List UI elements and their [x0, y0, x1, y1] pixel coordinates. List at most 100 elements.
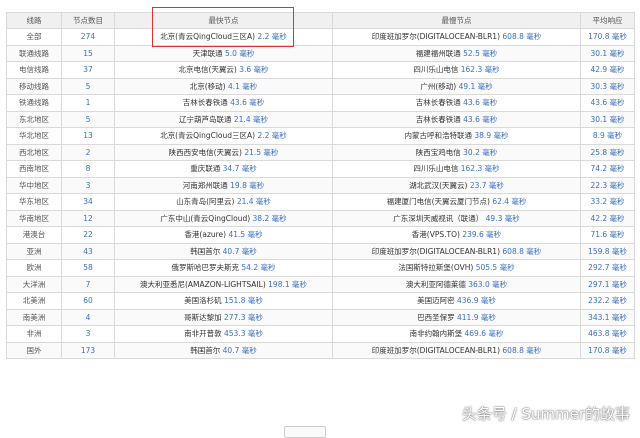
- slowest-time: 23.7 毫秒: [469, 180, 504, 190]
- avg-time-link[interactable]: 30.3 毫秒: [590, 82, 624, 91]
- node-count-link[interactable]: 13: [83, 131, 93, 140]
- node-count-link[interactable]: 8: [86, 164, 91, 173]
- node-count-link[interactable]: 5: [86, 82, 91, 91]
- fastest-cell: 重庆联通 34.7 毫秒: [114, 160, 333, 178]
- slowest-time: 43.6 毫秒: [463, 114, 498, 124]
- node-count-link[interactable]: 7: [86, 280, 91, 289]
- node-count-link[interactable]: 34: [83, 197, 93, 206]
- slowest-cell: 印度班加罗尔(DIGITALOCEAN-BLR1) 608.8 毫秒: [332, 341, 581, 359]
- avg-time-link[interactable]: 30.1 毫秒: [590, 49, 624, 58]
- node-count-link[interactable]: 22: [83, 230, 93, 239]
- avg-time-link[interactable]: 42.2 毫秒: [590, 214, 624, 223]
- avg-time-link[interactable]: 159.8 毫秒: [588, 247, 627, 256]
- avg-time-link[interactable]: 297.1 毫秒: [588, 280, 627, 289]
- node-count-link[interactable]: 5: [86, 115, 91, 124]
- avg-time-link[interactable]: 30.1 毫秒: [590, 115, 624, 124]
- node-count-link[interactable]: 3: [86, 181, 91, 190]
- avg-time-link[interactable]: 74.2 毫秒: [590, 164, 624, 173]
- avg-time-link[interactable]: 170.8 毫秒: [588, 346, 627, 355]
- count-cell: 5: [61, 110, 115, 128]
- line-cell: 国外: [6, 341, 62, 359]
- fastest-time: 3.6 毫秒: [239, 65, 269, 75]
- avg-time-link[interactable]: 343.1 毫秒: [588, 313, 627, 322]
- pagination-button[interactable]: [284, 426, 326, 438]
- node-count-link[interactable]: 2: [86, 148, 91, 157]
- node-count-link[interactable]: 3: [86, 329, 91, 338]
- fastest-node: 北京(青云QingCloud三区A): [160, 32, 256, 42]
- table-row: 全部 274 北京(青云QingCloud三区A) 2.2 毫秒 印度班加罗尔(DIG…: [6, 28, 635, 46]
- line-cell: 华南地区: [6, 209, 62, 227]
- node-count-link[interactable]: 12: [83, 214, 93, 223]
- avg-cell: 42.9 毫秒: [580, 61, 635, 79]
- avg-cell: 25.8 毫秒: [580, 143, 635, 161]
- line-label: 北美洲: [22, 296, 46, 306]
- slowest-cell: 广州(移动) 49.1 毫秒: [332, 77, 581, 95]
- avg-time-link[interactable]: 292.7 毫秒: [588, 263, 627, 272]
- fastest-node: 南非开普敦: [184, 329, 222, 339]
- slowest-node: 四川乐山电信: [413, 164, 459, 174]
- slowest-node: 法国斯特拉斯堡(OVH): [398, 263, 474, 273]
- line-label: 全部: [26, 32, 42, 42]
- count-cell: 15: [61, 44, 115, 62]
- node-count-link[interactable]: 173: [81, 346, 95, 355]
- avg-time-link[interactable]: 25.8 毫秒: [590, 148, 624, 157]
- slowest-time: 49.3 毫秒: [485, 213, 520, 223]
- line-label: 华中地区: [19, 180, 49, 190]
- slowest-node: 南非约翰内斯堡: [409, 329, 463, 339]
- header-slowest[interactable]: 最慢节点: [332, 12, 581, 29]
- node-count-link[interactable]: 37: [83, 65, 93, 74]
- fastest-node: 辽宁葫芦岛联通: [179, 114, 232, 124]
- slowest-cell: 印度班加罗尔(DIGITALOCEAN-BLR1) 608.8 毫秒: [332, 242, 581, 260]
- header-avg[interactable]: 平均响应: [580, 12, 635, 29]
- slowest-time: 43.6 毫秒: [463, 98, 498, 108]
- table-row: 华东地区 34 山东青岛(阿里云) 21.4 毫秒 福建厦门电信(天翼云厦门节点) 6…: [6, 193, 635, 211]
- slowest-cell: 吉林长春铁通 43.6 毫秒: [332, 94, 581, 112]
- header-count[interactable]: 节点数目: [61, 12, 115, 29]
- header-line[interactable]: 线路: [6, 12, 62, 29]
- avg-time-link[interactable]: 42.9 毫秒: [590, 65, 624, 74]
- fastest-time: 21.4 毫秒: [236, 197, 271, 207]
- slowest-cell: 吉林长春铁通 43.6 毫秒: [332, 110, 581, 128]
- header-fastest[interactable]: 最快节点: [114, 12, 333, 29]
- line-label: 铁通线路: [19, 98, 49, 108]
- node-count-link[interactable]: 15: [83, 49, 93, 58]
- line-label: 华北地区: [19, 131, 49, 141]
- avg-time-link[interactable]: 170.8 毫秒: [588, 32, 627, 41]
- node-count-link[interactable]: 58: [83, 263, 93, 272]
- fastest-node: 哥斯达黎加: [184, 312, 222, 322]
- fastest-node: 河南郑州联通: [182, 180, 228, 190]
- slowest-node: 吉林长春铁通: [415, 98, 461, 108]
- slowest-time: 52.5 毫秒: [463, 48, 498, 58]
- avg-time-link[interactable]: 232.2 毫秒: [588, 296, 627, 305]
- avg-time-link[interactable]: 43.6 毫秒: [590, 98, 624, 107]
- fastest-cell: 韩国首尔 40.7 毫秒: [114, 341, 333, 359]
- fastest-time: 4.1 毫秒: [227, 81, 258, 91]
- slowest-node: 印度班加罗尔(DIGITALOCEAN-BLR1): [371, 32, 501, 42]
- node-count-link[interactable]: 43: [83, 247, 93, 256]
- slowest-time: 411.9 毫秒: [457, 312, 496, 322]
- fastest-cell: 美国洛杉矶 151.8 毫秒: [114, 292, 333, 310]
- node-count-link[interactable]: 1: [86, 98, 91, 107]
- slowest-cell: 印度班加罗尔(DIGITALOCEAN-BLR1) 608.8 毫秒: [332, 28, 581, 46]
- avg-time-link[interactable]: 71.6 毫秒: [590, 230, 624, 239]
- node-count-link[interactable]: 274: [81, 32, 95, 41]
- table-row: 华中地区 3 河南郑州联通 19.8 毫秒 湖北武汉(天翼云) 23.7 毫秒 22.3…: [6, 176, 635, 194]
- avg-time-link[interactable]: 8.9 毫秒: [593, 131, 622, 140]
- slowest-node: 巴西圣保罗: [417, 312, 455, 322]
- fastest-time: 151.8 毫秒: [224, 296, 263, 306]
- line-cell: 港澳台: [6, 226, 62, 244]
- count-cell: 22: [61, 226, 115, 244]
- avg-time-link[interactable]: 22.3 毫秒: [590, 181, 624, 190]
- line-cell: 西北地区: [6, 143, 62, 161]
- node-count-link[interactable]: 4: [86, 313, 91, 322]
- table-row: 东北地区 5 辽宁葫芦岛联通 21.4 毫秒 吉林长春铁通 43.6 毫秒 30.1 毫…: [6, 110, 635, 128]
- fastest-cell: 哥斯达黎加 277.3 毫秒: [114, 308, 333, 326]
- count-cell: 7: [61, 275, 115, 293]
- fastest-cell: 辽宁葫芦岛联通 21.4 毫秒: [114, 110, 333, 128]
- count-cell: 34: [61, 193, 115, 211]
- avg-time-link[interactable]: 33.2 毫秒: [590, 197, 624, 206]
- fastest-time: 19.8 毫秒: [230, 180, 265, 190]
- avg-time-link[interactable]: 463.8 毫秒: [588, 329, 627, 338]
- slowest-node: 陕西宝鸡电信: [415, 147, 461, 157]
- node-count-link[interactable]: 60: [83, 296, 93, 305]
